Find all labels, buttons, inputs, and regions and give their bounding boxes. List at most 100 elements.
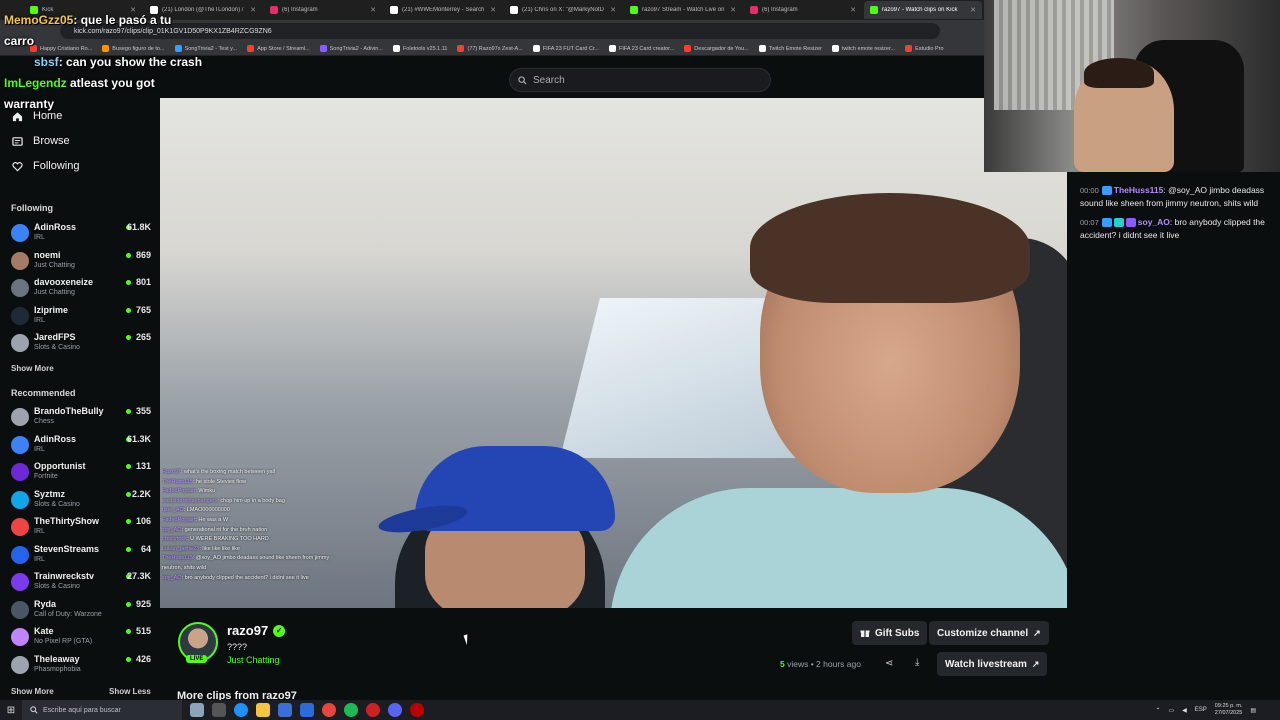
video-chat-overlay: Razo97: what's the boxing match between …: [162, 468, 422, 583]
viewer-count: 61.3K: [126, 433, 151, 444]
show-more-recommended[interactable]: Show More: [11, 687, 54, 696]
bookmark-favicon-icon: [684, 45, 692, 52]
sidebar-channel[interactable]: StevenStreams IRL 64: [11, 544, 151, 568]
channel-name: BrandoTheBully: [34, 406, 104, 416]
search-input[interactable]: [533, 74, 753, 86]
video-chat-line: TheHuss115: @soy_AO jimbo deadass sound …: [162, 555, 330, 562]
sidebar-channel[interactable]: Kate No Pixel RP (GTA) 515: [11, 626, 151, 650]
channel-avatar: [11, 435, 29, 454]
notifications-icon[interactable]: ▤: [1250, 707, 1256, 714]
live-dot-icon: [126, 280, 131, 285]
bookmark-item[interactable]: App Store / Streaml...: [247, 45, 310, 52]
clip-video-player[interactable]: Razo97: what's the boxing match between …: [160, 98, 1067, 608]
search-box[interactable]: [509, 68, 771, 92]
file-explorer-icon[interactable]: [256, 703, 270, 717]
network-icon[interactable]: ▭: [1168, 707, 1174, 714]
bookmark-label: FIFA 23 Card creator...: [618, 45, 675, 52]
viewer-count: 265: [135, 332, 151, 342]
browser-tab[interactable]: (21) Chris on X: "@MarkyNotD ✕: [504, 1, 622, 19]
sidebar-channel[interactable]: Syztmz Slots & Casino 2.2K: [11, 489, 151, 513]
outlook-icon[interactable]: [300, 703, 314, 717]
browser-tab[interactable]: razo97 Stream - Watch Live on ✕: [624, 1, 742, 19]
share-icon[interactable]: ⋖: [885, 658, 893, 669]
bookmark-item[interactable]: Estudio Pro: [905, 45, 944, 52]
opera-icon[interactable]: [410, 703, 424, 717]
spotify-icon[interactable]: [344, 703, 358, 717]
bookmark-item[interactable]: twitch emote resizer...: [831, 45, 895, 52]
nav-browse-label: Browse: [33, 135, 70, 147]
bookmark-item[interactable]: Descargador de You...: [684, 45, 749, 52]
discord-icon[interactable]: [388, 703, 402, 717]
close-icon[interactable]: ✕: [850, 6, 856, 14]
clip-title: ????: [227, 642, 248, 652]
sidebar-channel[interactable]: Theleaway Phasmophobia 426: [11, 654, 151, 678]
sidebar-channel[interactable]: AdinRoss IRL 61.8K: [11, 222, 151, 246]
channel-avatar: [11, 251, 29, 270]
task-view-icon[interactable]: [212, 703, 226, 717]
volume-icon[interactable]: ◀: [1182, 707, 1187, 714]
gift-subs-button[interactable]: Gift Subs: [852, 621, 928, 645]
close-icon[interactable]: ✕: [370, 6, 376, 14]
sidebar-channel[interactable]: BrandoTheBully Chess 355: [11, 406, 151, 430]
show-more-following[interactable]: Show More: [11, 364, 54, 373]
sidebar-channel[interactable]: Iziprime IRL 765: [11, 305, 151, 329]
video-chat-line: TheHuss115: he stole Stevies flow: [162, 478, 246, 485]
channel-name: davooxeneize: [34, 277, 94, 287]
sidebar-channel[interactable]: AdinRoss IRL 61.3K: [11, 434, 151, 458]
channel-name[interactable]: razo97 ✓: [227, 623, 286, 638]
nav-browse[interactable]: Browse: [12, 135, 70, 147]
nav-following[interactable]: Following: [12, 160, 79, 172]
bookmark-item[interactable]: FIFA 23 Card creator...: [608, 45, 675, 52]
viewer-count: 801: [135, 277, 151, 287]
windows-start-icon[interactable]: ⊞: [0, 700, 22, 720]
sidebar-channel[interactable]: noemi Just Chatting 869: [11, 250, 151, 274]
viewer-count: 355: [135, 406, 151, 416]
sidebar-channel[interactable]: Opportunist Fortnite 131: [11, 461, 151, 485]
bookmark-item[interactable]: FIFA 23 FUT Card Cr...: [532, 45, 599, 52]
bookmark-item[interactable]: Twitch Emote Resizer: [758, 45, 822, 52]
bookmark-item[interactable]: Foletools v25.1.11: [392, 45, 447, 52]
language-indicator[interactable]: ESP: [1195, 707, 1207, 713]
chrome-icon[interactable]: [322, 703, 336, 717]
close-icon[interactable]: ✕: [490, 6, 496, 14]
chevron-up-icon[interactable]: ⌃: [1155, 707, 1160, 714]
live-dot-icon: [126, 335, 131, 340]
edge-icon[interactable]: [234, 703, 248, 717]
obs-icon[interactable]: [366, 703, 380, 717]
channel-name: Trainwreckstv: [34, 571, 95, 581]
browser-tab-label: razo97 - Watch clips on Kick: [882, 7, 958, 13]
sidebar-channel[interactable]: Trainwreckstv Slots & Casino 27.3K: [11, 571, 151, 595]
video-chat-line: crestyrock: U WERE BRAKING TOO HARD: [162, 536, 269, 543]
sidebar-channel[interactable]: Ryda Call of Duty: Warzone 925: [11, 599, 151, 623]
watch-livestream-button[interactable]: Watch livestream ↗: [937, 652, 1048, 676]
channel-avatar: [11, 628, 29, 646]
browser-tab[interactable]: (6) Instagram ✕: [264, 1, 382, 19]
browser-tab[interactable]: (21) #WWEMonterrey - Search ✕: [384, 1, 502, 19]
bookmark-item[interactable]: (77) Razo97s Zest-A...: [457, 45, 523, 52]
sidebar-channel[interactable]: TheThirtyShow IRL 106: [11, 516, 151, 540]
store-icon[interactable]: [278, 703, 292, 717]
clip-info: LIVE razo97 ✓ ???? Just Chatting Gift Su…: [160, 608, 1067, 702]
close-icon[interactable]: ✕: [610, 6, 616, 14]
show-less-button[interactable]: Show Less: [109, 687, 151, 696]
taskbar-app-icon[interactable]: [190, 703, 204, 717]
channel-category: IRL: [34, 234, 45, 241]
close-icon[interactable]: ✕: [250, 6, 256, 14]
channel-avatar: [11, 490, 29, 509]
taskbar-apps: [190, 703, 424, 717]
browser-tab[interactable]: razo97 - Watch clips on Kick ✕: [864, 1, 982, 19]
channel-avatar: [11, 518, 29, 536]
video-chat-line: Lukan_jaime23: like like like like: [162, 545, 240, 552]
video-chat-line: soy_AO: generational rit for the bruh na…: [162, 526, 268, 533]
taskbar-search[interactable]: Escribe aquí para buscar: [22, 700, 182, 720]
sidebar-channel[interactable]: JaredFPS Slots & Casino 265: [11, 332, 151, 356]
download-icon[interactable]: ⤓: [915, 657, 919, 668]
sidebar-channel[interactable]: davooxeneize Just Chatting 801: [11, 277, 151, 301]
clock[interactable]: 09:25 p. m. 27/07/2025: [1215, 703, 1243, 717]
customize-channel-button[interactable]: Customize channel ↗: [929, 621, 1049, 645]
category-link[interactable]: Just Chatting: [227, 655, 280, 665]
close-icon[interactable]: ✕: [970, 6, 976, 14]
bookmark-item[interactable]: SongTrivia2 - Adivin...: [319, 45, 383, 52]
close-icon[interactable]: ✕: [730, 6, 736, 14]
browser-tab[interactable]: (6) Instagram ✕: [744, 1, 862, 19]
